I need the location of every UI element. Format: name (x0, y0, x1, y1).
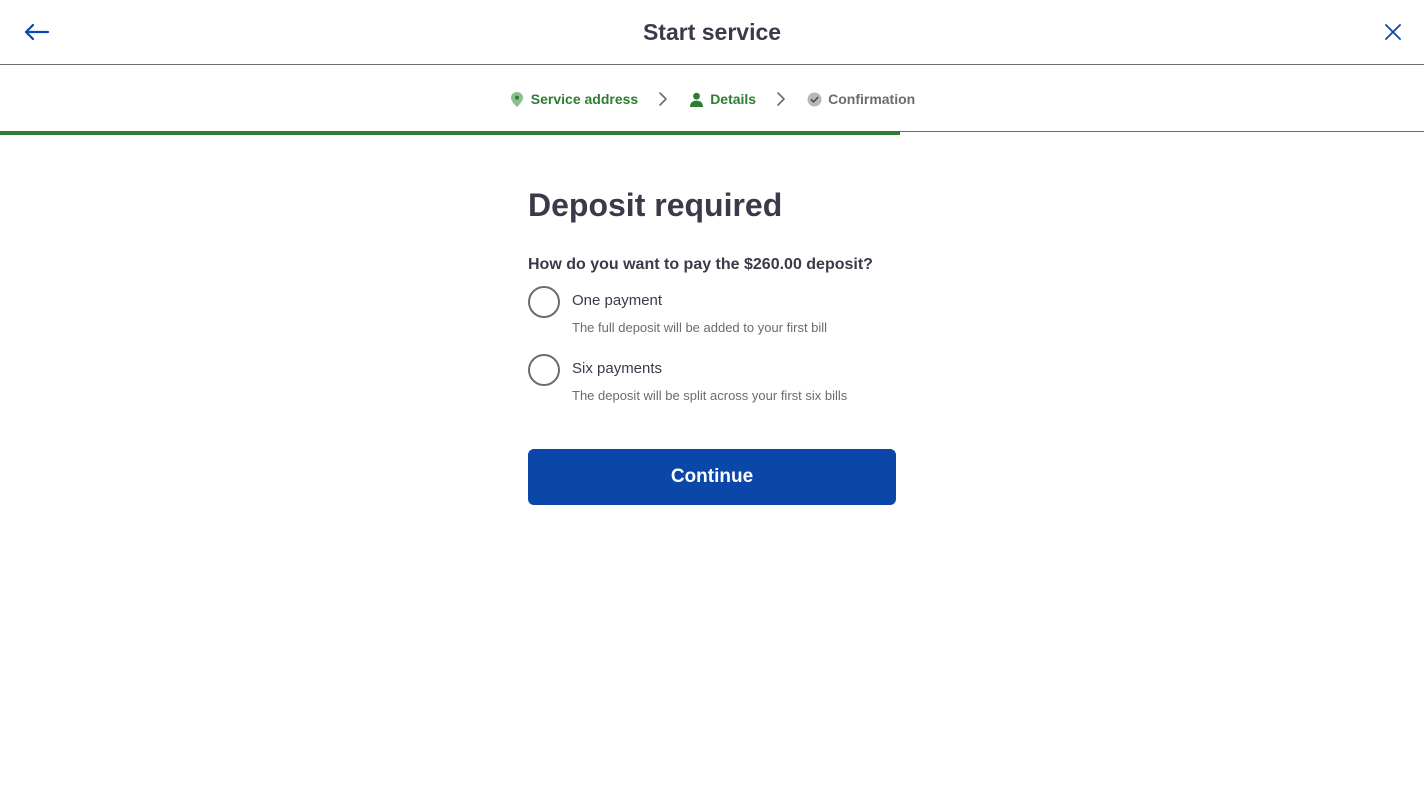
chevron-right-icon (776, 91, 786, 107)
step-service-address[interactable]: Service address (509, 91, 638, 107)
deposit-form: Deposit required How do you want to pay … (528, 186, 896, 420)
page-heading: Deposit required (528, 187, 783, 223)
step-label: Details (710, 91, 757, 107)
close-button[interactable] (1378, 18, 1408, 46)
page-title: Start service (642, 19, 782, 45)
option-six-payments[interactable]: Six payments The deposit will be split a… (528, 352, 896, 420)
continue-button[interactable]: Continue (528, 449, 896, 505)
radio-button[interactable] (528, 354, 560, 386)
payment-options: One payment The full deposit will be add… (528, 284, 896, 420)
option-label: One payment (572, 292, 663, 309)
progress-bar-fill (0, 131, 900, 135)
location-pin-icon (509, 91, 525, 107)
step-confirmation: Confirmation (806, 91, 915, 107)
step-label: Service address (530, 91, 639, 107)
top-bar: Start service (0, 0, 1424, 65)
close-icon (1385, 24, 1401, 40)
option-description: The deposit will be split across your fi… (572, 388, 848, 403)
progress-stepper: Service address Details Confirmation (0, 65, 1424, 132)
option-description: The full deposit will be added to your f… (572, 320, 828, 335)
person-icon (688, 91, 704, 107)
step-details[interactable]: Details (688, 91, 756, 107)
check-circle-icon (806, 91, 822, 107)
chevron-right-icon (658, 91, 668, 107)
option-label: Six payments (572, 360, 663, 377)
deposit-question: How do you want to pay the $260.00 depos… (528, 256, 873, 273)
radio-button[interactable] (528, 286, 560, 318)
option-one-payment[interactable]: One payment The full deposit will be add… (528, 284, 896, 352)
step-label: Confirmation (828, 91, 916, 107)
